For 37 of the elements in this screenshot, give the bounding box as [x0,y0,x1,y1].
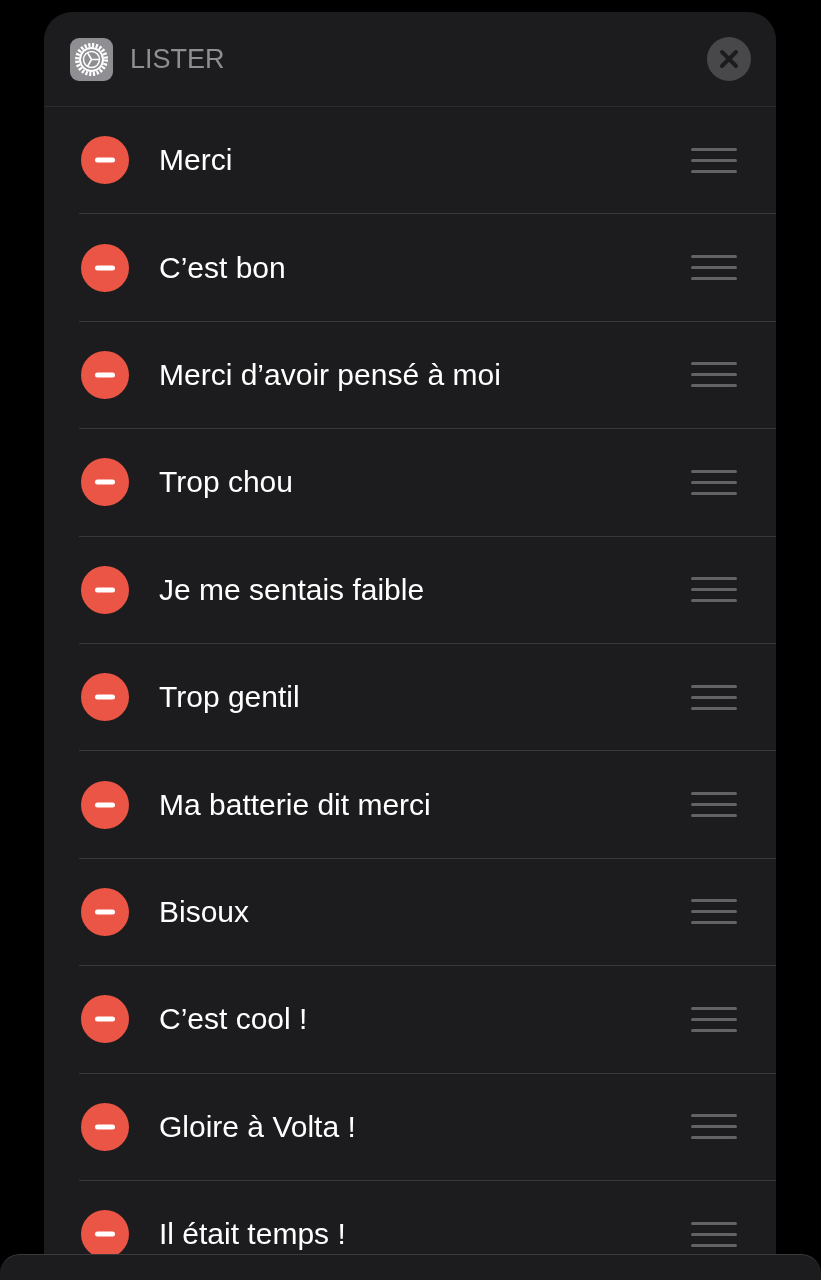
drag-handle-icon[interactable] [691,469,737,495]
list-item-label: C’est cool ! [159,1002,308,1037]
list-item-label: Trop gentil [159,680,300,715]
list-item-label: Merci d’avoir pensé à moi [159,357,501,392]
remove-icon[interactable] [81,780,129,829]
list-item-label: Je me sentais faible [159,572,425,607]
drag-handle-icon[interactable] [691,1006,737,1032]
list-item-label: Il était temps ! [159,1217,346,1252]
gear-icon [70,37,113,81]
remove-icon[interactable] [81,136,129,185]
remove-icon[interactable] [81,243,129,292]
remove-icon[interactable] [81,887,129,936]
remove-icon[interactable] [81,565,129,614]
header-title: LISTER [130,45,225,73]
drag-handle-icon[interactable] [691,1114,737,1140]
remove-icon[interactable] [81,995,129,1044]
remove-icon[interactable] [81,673,129,722]
close-button[interactable] [707,37,751,81]
remove-icon[interactable] [81,1102,129,1151]
drag-handle-icon[interactable] [691,792,737,818]
list-item-label: Trop chou [159,465,293,500]
drag-handle-icon[interactable] [691,1221,737,1247]
drag-handle-icon[interactable] [691,577,737,603]
list-item-label: Ma batterie dit merci [159,787,431,822]
drag-handle-icon[interactable] [691,362,737,388]
drag-handle-icon[interactable] [691,899,737,925]
list-item-label: Bisoux [159,894,250,929]
list-item-label: Merci [159,143,233,178]
remove-icon[interactable] [81,1210,129,1254]
close-icon [719,49,739,69]
drag-handle-icon[interactable] [691,147,737,173]
drag-handle-icon[interactable] [691,255,737,281]
remove-icon[interactable] [81,350,129,399]
list-item-label: Gloire à Volta ! [159,1109,356,1144]
list-item-label: C’est bon [159,250,286,285]
drag-handle-icon[interactable] [691,684,737,710]
remove-icon[interactable] [81,458,129,507]
